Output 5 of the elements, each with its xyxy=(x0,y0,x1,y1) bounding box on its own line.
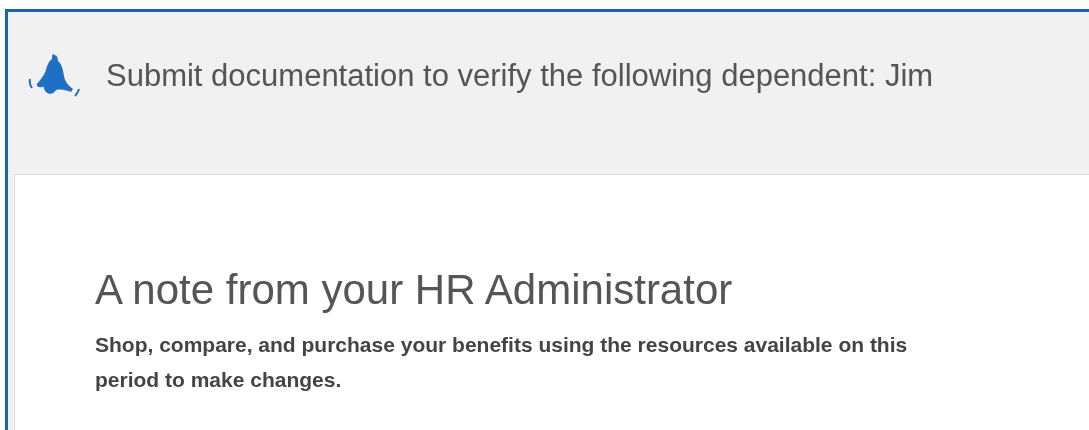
bell-icon xyxy=(26,53,82,99)
note-text-line: period to make changes. xyxy=(95,367,342,394)
note-text-line: Shop, compare, and purchase your benefits using the resources available on this xyxy=(95,332,908,359)
notification-message: Submit documentation to verify the following dependent: Jim xyxy=(106,58,934,94)
note-heading: A note from your HR Administrator xyxy=(95,267,733,314)
